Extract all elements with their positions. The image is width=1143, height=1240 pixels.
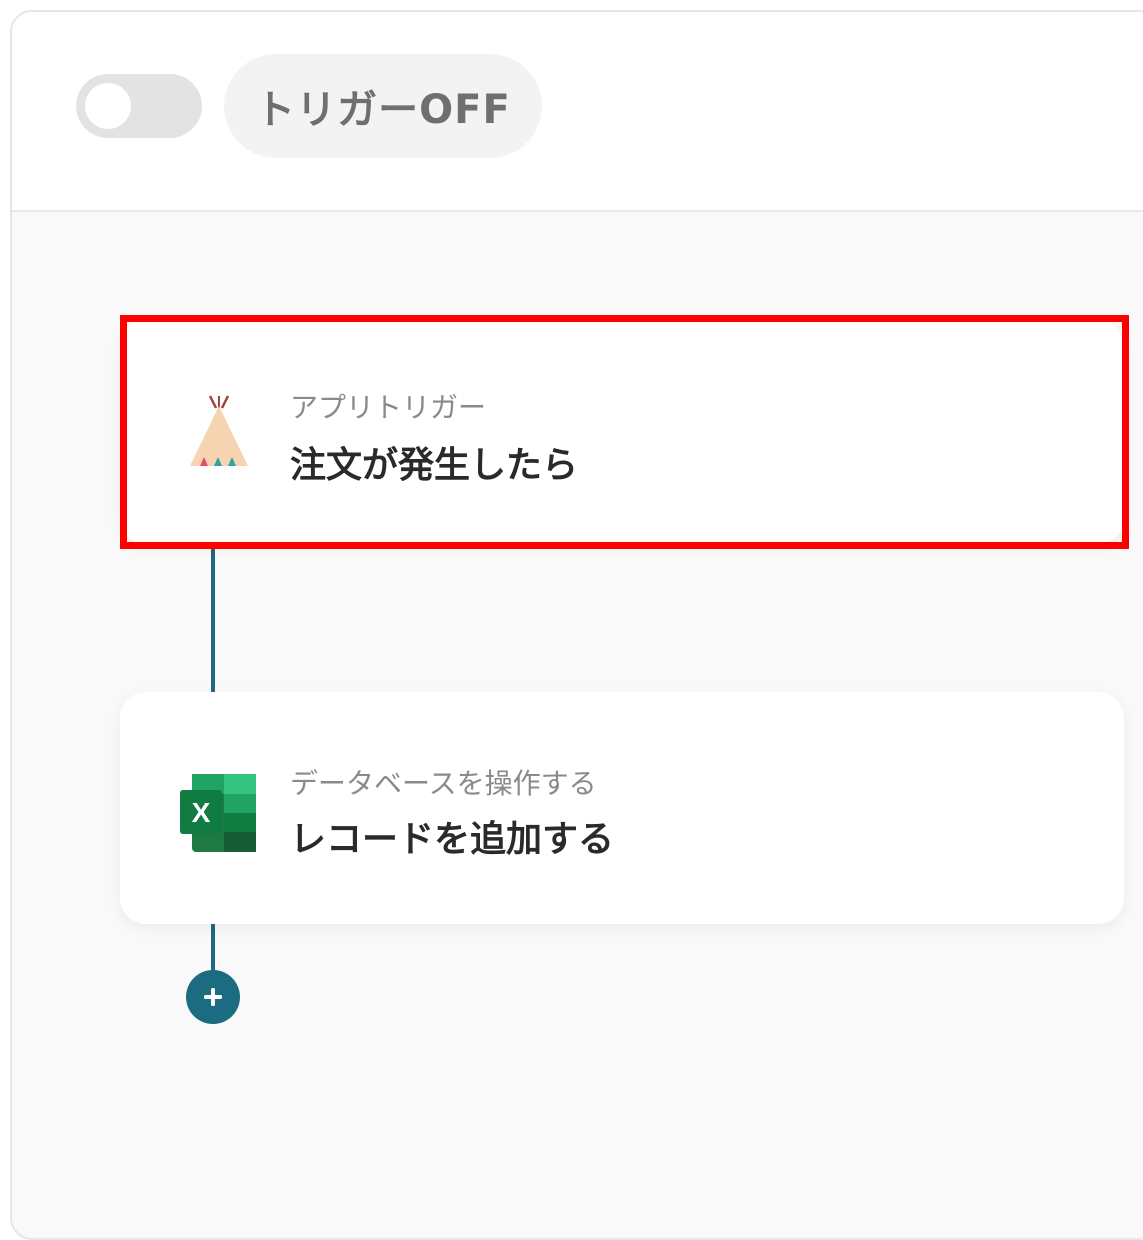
svg-text:X: X: [192, 797, 211, 828]
flow-header: トリガーOFF: [12, 12, 1143, 212]
step-category-label: データベースを操作する: [290, 767, 597, 800]
toggle-knob: [85, 83, 131, 129]
flow-connector: [211, 924, 215, 974]
trigger-status-label: トリガーOFF: [224, 54, 542, 158]
excel-icon: X: [174, 768, 264, 858]
trigger-toggle[interactable]: [76, 74, 202, 138]
step-category-label: アプリトリガー: [290, 391, 487, 424]
flow-editor-panel: トリガーOFF アプリトリガー 注文が発生したら X データベースを操作する レ…: [10, 10, 1143, 1240]
tent-app-icon: [174, 390, 264, 480]
flow-step-card-action[interactable]: X データベースを操作する レコードを追加する: [120, 692, 1124, 924]
flow-connector: [211, 548, 215, 692]
plus-icon: [204, 988, 222, 1006]
step-title: 注文が発生したら: [290, 445, 579, 486]
add-step-button[interactable]: [186, 970, 240, 1024]
flow-step-card-trigger[interactable]: アプリトリガー 注文が発生したら: [120, 320, 1124, 544]
step-title: レコードを追加する: [290, 819, 615, 860]
